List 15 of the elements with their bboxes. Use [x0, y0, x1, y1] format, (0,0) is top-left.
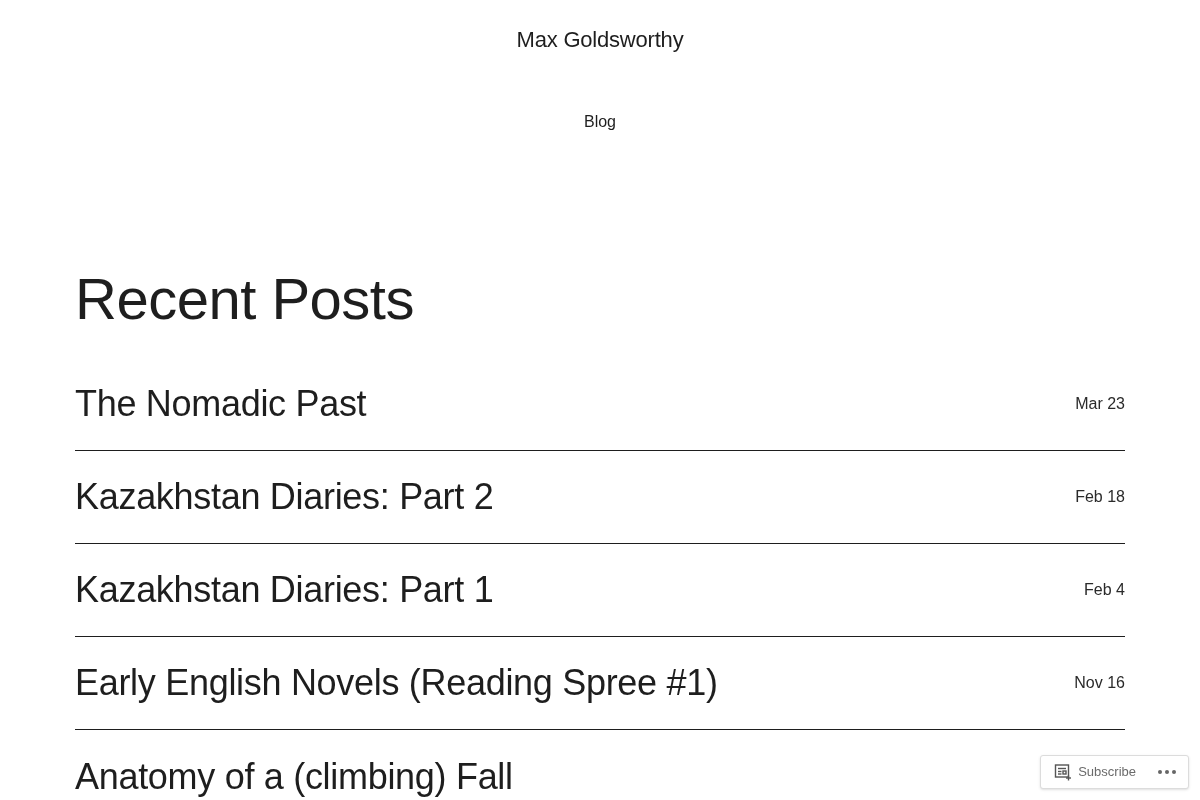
- post-title-link[interactable]: The Nomadic Past: [75, 382, 367, 426]
- post-title-link[interactable]: Kazakhstan Diaries: Part 1: [75, 568, 494, 612]
- page-heading: Recent Posts: [75, 268, 414, 330]
- more-icon: [1158, 770, 1176, 774]
- nav-link[interactable]: Blog: [584, 110, 616, 134]
- post-title-link[interactable]: Kazakhstan Diaries: Part 2: [75, 475, 494, 519]
- post-date: Feb 4: [1084, 580, 1125, 600]
- post-title-link[interactable]: Early English Novels (Reading Spree #1): [75, 661, 718, 705]
- post-title-link[interactable]: Anatomy of a (climbing) Fall: [75, 754, 513, 799]
- post-date: Feb 18: [1075, 487, 1125, 507]
- site-title[interactable]: Max Goldsworthy: [516, 25, 684, 55]
- reader-plus-icon: [1054, 763, 1073, 781]
- subscribe-button[interactable]: Subscribe: [1054, 762, 1136, 782]
- post-date: Mar 23: [1075, 394, 1125, 414]
- post-date: Nov 16: [1074, 673, 1125, 693]
